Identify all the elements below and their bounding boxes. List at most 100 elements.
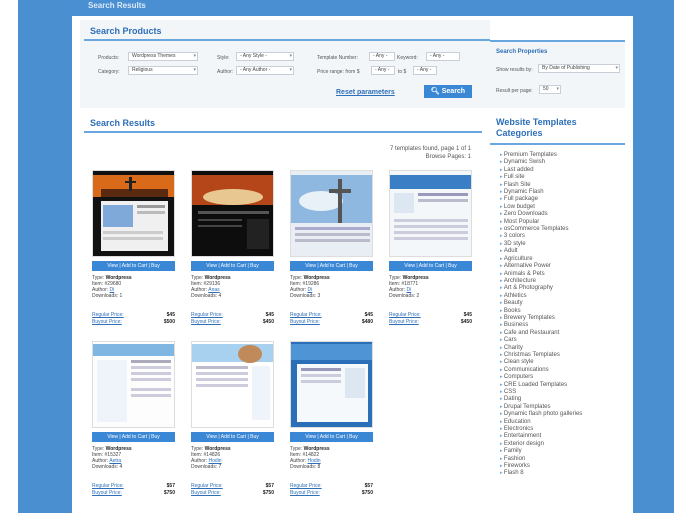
search-products-title: Search Products xyxy=(90,26,162,36)
category-link[interactable]: Communications xyxy=(500,367,582,374)
category-link[interactable]: CSS xyxy=(500,389,582,396)
template-thumbnail[interactable] xyxy=(290,170,373,257)
category-link[interactable]: Zero Downloads xyxy=(500,211,582,218)
category-link[interactable]: Beauty xyxy=(500,300,582,307)
category-link[interactable]: Brewery Templates xyxy=(500,315,582,322)
category-link[interactable]: Architecture xyxy=(500,278,582,285)
category-link[interactable]: Electronics xyxy=(500,426,582,433)
template-number-select[interactable]: - Any - xyxy=(369,52,395,61)
template-thumbnail[interactable] xyxy=(92,170,175,257)
browse-pages: Browse Pages: 1 xyxy=(425,154,471,160)
style-select[interactable]: - Any Style - ▾ xyxy=(236,52,294,61)
category-link[interactable]: 3 colors xyxy=(500,233,582,240)
regular-price: Regular Price: $57 xyxy=(191,483,274,489)
category-link[interactable]: Most Popular xyxy=(500,219,582,226)
view-add-buy-bar[interactable]: View | Add to Cart | Buy xyxy=(290,261,373,271)
per-page-select[interactable]: 50 ▾ xyxy=(539,85,561,94)
page-background-right xyxy=(633,0,674,513)
keyword-value: - Any - xyxy=(430,53,445,59)
template-thumbnail[interactable] xyxy=(290,341,373,428)
category-link[interactable]: Books xyxy=(500,308,582,315)
chevron-down-icon: ▾ xyxy=(615,65,618,71)
reset-parameters-link[interactable]: Reset parameters xyxy=(336,89,395,96)
category-value: Religious xyxy=(132,67,153,73)
per-page-label: Result per page: xyxy=(496,88,533,94)
view-add-buy-bar[interactable]: View | Add to Cart | Buy xyxy=(290,432,373,442)
category-link[interactable]: Dynamic Swish xyxy=(500,159,582,166)
category-link[interactable]: Education xyxy=(500,419,582,426)
search-button[interactable]: 🔍︎ Search xyxy=(424,85,472,98)
category-link[interactable]: Full package xyxy=(500,196,582,203)
keyword-input[interactable]: - Any - xyxy=(426,52,460,61)
category-link[interactable]: Animals & Pets xyxy=(500,271,582,278)
category-link[interactable]: Agriculture xyxy=(500,256,582,263)
category-link[interactable]: CRE Loaded Templates xyxy=(500,382,582,389)
template-thumbnail[interactable] xyxy=(389,170,472,257)
sort-value: By Date of Publishing xyxy=(542,65,590,71)
category-link[interactable]: Drupal Templates xyxy=(500,404,582,411)
search-button-label: Search xyxy=(441,88,466,95)
categories-list: Premium TemplatesDynamic SwishLast added… xyxy=(500,152,582,478)
products-value: Wordpress Themes xyxy=(132,53,176,59)
price-from-select[interactable]: - Any - xyxy=(371,66,395,75)
category-link[interactable]: Fireworks xyxy=(500,463,582,470)
products-select[interactable]: Wordpress Themes ▾ xyxy=(128,52,198,61)
template-thumbnail[interactable] xyxy=(92,341,175,428)
category-link[interactable]: Entertainment xyxy=(500,433,582,440)
template-number-label: Template Number: xyxy=(317,55,358,61)
template-thumbnail[interactable] xyxy=(191,341,274,428)
sort-label: Show results by: xyxy=(496,67,533,73)
style-label: Style: xyxy=(217,55,230,61)
category-link[interactable]: Low budget xyxy=(500,204,582,211)
sort-select[interactable]: By Date of Publishing ▾ xyxy=(538,64,620,73)
per-page-value: 50 xyxy=(543,86,549,92)
category-select[interactable]: Religious ▾ xyxy=(128,66,198,75)
buyout-price: Buyout Price: $500 xyxy=(92,319,175,325)
category-link[interactable]: Premium Templates xyxy=(500,152,582,159)
template-info: Type: Wordpress Item: #14826 Author: Hod… xyxy=(191,446,231,470)
products-label: Products: xyxy=(98,55,120,61)
regular-price: Regular Price: $45 xyxy=(389,312,472,318)
category-link[interactable]: Full site xyxy=(500,174,582,181)
category-link[interactable]: 3D style xyxy=(500,241,582,248)
author-select[interactable]: - Any Author - ▾ xyxy=(236,66,294,75)
view-add-buy-bar[interactable]: View | Add to Cart | Buy xyxy=(92,261,175,271)
category-link[interactable]: Adult xyxy=(500,248,582,255)
category-link[interactable]: Alternative Power xyxy=(500,263,582,270)
template-info: Type: Wordpress Item: #18771 Author: Di … xyxy=(389,275,429,299)
view-add-buy-bar[interactable]: View | Add to Cart | Buy xyxy=(92,432,175,442)
category-link[interactable]: Fashion xyxy=(500,456,582,463)
template-info: Type: Wordpress Item: #19286 Author: Di … xyxy=(290,275,330,299)
category-link[interactable]: Last added xyxy=(500,167,582,174)
price-to-select[interactable]: - Any - xyxy=(413,66,437,75)
search-results-title: Search Results xyxy=(90,118,156,128)
category-link[interactable]: Flash 8 xyxy=(500,470,582,477)
category-link[interactable]: Dating xyxy=(500,396,582,403)
category-link[interactable]: Art & Photography xyxy=(500,285,582,292)
category-link[interactable]: Computers xyxy=(500,374,582,381)
buyout-price: Buyout Price: $480 xyxy=(290,319,373,325)
category-link[interactable]: Flash Site xyxy=(500,182,582,189)
buyout-price: Buyout Price: $450 xyxy=(191,319,274,325)
template-info: Type: Wordpress Item: #29136 Author: Ana… xyxy=(191,275,231,299)
category-link[interactable]: Exterior design xyxy=(500,441,582,448)
view-add-buy-bar[interactable]: View | Add to Cart | Buy xyxy=(191,261,274,271)
regular-price: Regular Price: $45 xyxy=(191,312,274,318)
category-link[interactable]: Business xyxy=(500,322,582,329)
category-link[interactable]: Dynamic flash photo galleries xyxy=(500,411,582,418)
divider xyxy=(84,39,490,41)
category-link[interactable]: Christmas Templates xyxy=(500,352,582,359)
category-link[interactable]: Cars xyxy=(500,337,582,344)
category-link[interactable]: Cafe and Restaurant xyxy=(500,330,582,337)
regular-price: Regular Price: $57 xyxy=(290,483,373,489)
template-thumbnail[interactable] xyxy=(191,170,274,257)
category-link[interactable]: Dynamic Flash xyxy=(500,189,582,196)
category-link[interactable]: osCommerce Templates xyxy=(500,226,582,233)
category-link[interactable]: Athletics xyxy=(500,293,582,300)
category-link[interactable]: Family xyxy=(500,448,582,455)
category-link[interactable]: Clean style xyxy=(500,359,582,366)
results-count: 7 templates found, page 1 of 1 Browse Pa… xyxy=(390,145,471,161)
view-add-buy-bar[interactable]: View | Add to Cart | Buy xyxy=(191,432,274,442)
view-add-buy-bar[interactable]: View | Add to Cart | Buy xyxy=(389,261,472,271)
category-link[interactable]: Charity xyxy=(500,345,582,352)
